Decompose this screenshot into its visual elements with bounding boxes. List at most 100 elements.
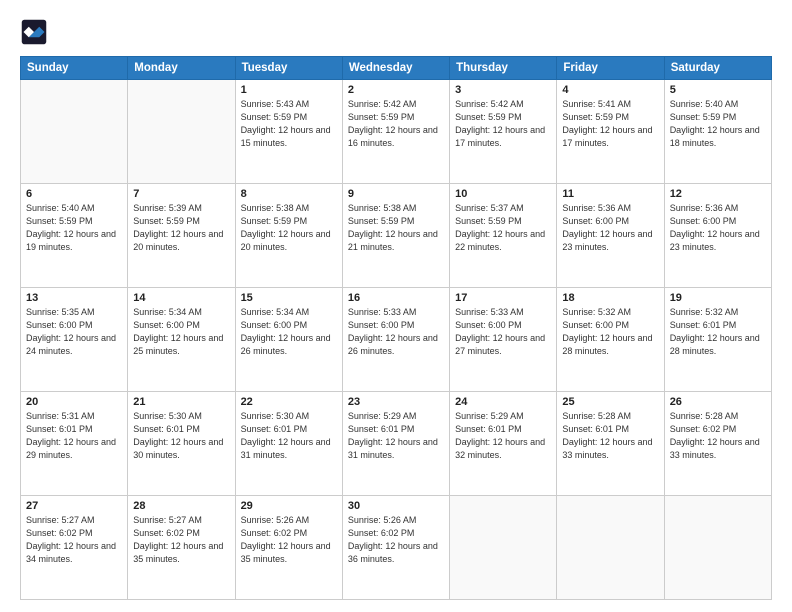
day-number: 20 [26,396,122,408]
header-day-thursday: Thursday [450,57,557,80]
day-info: Sunrise: 5:42 AM Sunset: 5:59 PM Dayligh… [348,98,444,150]
calendar-cell: 13 Sunrise: 5:35 AM Sunset: 6:00 PM Dayli… [21,288,128,392]
day-info: Sunrise: 5:35 AM Sunset: 6:00 PM Dayligh… [26,306,122,358]
day-info: Sunrise: 5:30 AM Sunset: 6:01 PM Dayligh… [133,410,229,462]
calendar-cell: 15Sunrise: 5:34 AM Sunset: 6:00 PM Dayli… [235,288,342,392]
day-number: 30 [348,500,444,512]
day-number: 12 [670,188,766,200]
calendar-cell: 20 Sunrise: 5:31 AM Sunset: 6:01 PM Dayli… [21,392,128,496]
day-number: 7 [133,188,229,200]
header-day-sunday: Sunday [21,57,128,80]
calendar-cell: 2 Sunrise: 5:42 AM Sunset: 5:59 PM Daylig… [342,80,449,184]
day-info: Sunrise: 5:38 AM Sunset: 5:59 PM Dayligh… [348,202,444,254]
calendar-cell: 21 Sunrise: 5:30 AM Sunset: 6:01 PM Dayli… [128,392,235,496]
day-info: Sunrise: 5:34 AM Sunset: 6:00 PM Dayligh… [241,306,337,358]
day-info: Sunrise: 5:41 AM Sunset: 5:59 PM Dayligh… [562,98,658,150]
day-info: Sunrise: 5:38 AM Sunset: 5:59 PM Dayligh… [241,202,337,254]
header [20,18,772,46]
day-info: Sunrise: 5:31 AM Sunset: 6:01 PM Dayligh… [26,410,122,462]
day-info: Sunrise: 5:28 AM Sunset: 6:01 PM Dayligh… [562,410,658,462]
day-number: 17 [455,292,551,304]
calendar-cell: 5 Sunrise: 5:40 AM Sunset: 5:59 PM Daylig… [664,80,771,184]
page: SundayMondayTuesdayWednesdayThursdayFrid… [0,0,792,612]
day-number: 4 [562,84,658,96]
day-info: Sunrise: 5:36 AM Sunset: 6:00 PM Dayligh… [562,202,658,254]
day-info: Sunrise: 5:43 AM Sunset: 5:59 PM Dayligh… [241,98,337,150]
day-number: 5 [670,84,766,96]
calendar-cell: 30Sunrise: 5:26 AM Sunset: 6:02 PM Dayli… [342,496,449,600]
calendar-week-2: 6 Sunrise: 5:40 AM Sunset: 5:59 PM Daylig… [21,184,772,288]
day-number: 2 [348,84,444,96]
calendar-cell [664,496,771,600]
day-info: Sunrise: 5:40 AM Sunset: 5:59 PM Dayligh… [26,202,122,254]
calendar-header-row: SundayMondayTuesdayWednesdayThursdayFrid… [21,57,772,80]
day-number: 19 [670,292,766,304]
header-day-friday: Friday [557,57,664,80]
calendar-cell: 6 Sunrise: 5:40 AM Sunset: 5:59 PM Daylig… [21,184,128,288]
day-info: Sunrise: 5:29 AM Sunset: 6:01 PM Dayligh… [348,410,444,462]
day-number: 26 [670,396,766,408]
day-number: 3 [455,84,551,96]
calendar-cell: 3 Sunrise: 5:42 AM Sunset: 5:59 PM Daylig… [450,80,557,184]
day-number: 25 [562,396,658,408]
calendar-cell: 14 Sunrise: 5:34 AM Sunset: 6:00 PM Dayli… [128,288,235,392]
day-number: 10 [455,188,551,200]
calendar-cell: 25 Sunrise: 5:28 AM Sunset: 6:01 PM Dayli… [557,392,664,496]
day-number: 16 [348,292,444,304]
day-info: Sunrise: 5:27 AM Sunset: 6:02 PM Dayligh… [26,514,122,566]
day-info: Sunrise: 5:27 AM Sunset: 6:02 PM Dayligh… [133,514,229,566]
day-number: 6 [26,188,122,200]
calendar-cell: 18 Sunrise: 5:32 AM Sunset: 6:00 PM Dayli… [557,288,664,392]
calendar-table: SundayMondayTuesdayWednesdayThursdayFrid… [20,56,772,600]
header-day-tuesday: Tuesday [235,57,342,80]
day-info: Sunrise: 5:32 AM Sunset: 6:01 PM Dayligh… [670,306,766,358]
logo-icon [20,18,48,46]
day-number: 9 [348,188,444,200]
calendar-cell [128,80,235,184]
day-number: 24 [455,396,551,408]
calendar-cell [450,496,557,600]
calendar-week-3: 13 Sunrise: 5:35 AM Sunset: 6:00 PM Dayli… [21,288,772,392]
day-number: 11 [562,188,658,200]
day-info: Sunrise: 5:29 AM Sunset: 6:01 PM Dayligh… [455,410,551,462]
calendar-cell [21,80,128,184]
logo [20,18,52,46]
day-number: 21 [133,396,229,408]
calendar-cell: 22 Sunrise: 5:30 AM Sunset: 6:01 PM Dayli… [235,392,342,496]
day-info: Sunrise: 5:30 AM Sunset: 6:01 PM Dayligh… [241,410,337,462]
calendar-cell: 10 Sunrise: 5:37 AM Sunset: 5:59 PM Dayli… [450,184,557,288]
calendar-cell: 29Sunrise: 5:26 AM Sunset: 6:02 PM Dayli… [235,496,342,600]
header-day-wednesday: Wednesday [342,57,449,80]
day-number: 1 [241,84,337,96]
calendar-cell: 17 Sunrise: 5:33 AM Sunset: 6:00 PM Dayli… [450,288,557,392]
calendar-cell [557,496,664,600]
day-number: 13 [26,292,122,304]
day-info: Sunrise: 5:42 AM Sunset: 5:59 PM Dayligh… [455,98,551,150]
day-number: 22 [241,396,337,408]
calendar-cell: 24 Sunrise: 5:29 AM Sunset: 6:01 PM Dayli… [450,392,557,496]
day-number: 27 [26,500,122,512]
day-number: 14 [133,292,229,304]
day-info: Sunrise: 5:32 AM Sunset: 6:00 PM Dayligh… [562,306,658,358]
calendar-cell: 26Sunrise: 5:28 AM Sunset: 6:02 PM Dayli… [664,392,771,496]
day-info: Sunrise: 5:34 AM Sunset: 6:00 PM Dayligh… [133,306,229,358]
calendar-cell: 12 Sunrise: 5:36 AM Sunset: 6:00 PM Dayli… [664,184,771,288]
day-info: Sunrise: 5:33 AM Sunset: 6:00 PM Dayligh… [455,306,551,358]
calendar-cell: 19 Sunrise: 5:32 AM Sunset: 6:01 PM Dayli… [664,288,771,392]
calendar-cell: 9 Sunrise: 5:38 AM Sunset: 5:59 PM Daylig… [342,184,449,288]
calendar-cell: 4 Sunrise: 5:41 AM Sunset: 5:59 PM Daylig… [557,80,664,184]
day-info: Sunrise: 5:36 AM Sunset: 6:00 PM Dayligh… [670,202,766,254]
day-info: Sunrise: 5:37 AM Sunset: 5:59 PM Dayligh… [455,202,551,254]
day-number: 8 [241,188,337,200]
calendar-cell: 27 Sunrise: 5:27 AM Sunset: 6:02 PM Dayli… [21,496,128,600]
calendar-cell: 16Sunrise: 5:33 AM Sunset: 6:00 PM Dayli… [342,288,449,392]
day-number: 18 [562,292,658,304]
calendar-week-4: 20 Sunrise: 5:31 AM Sunset: 6:01 PM Dayli… [21,392,772,496]
header-day-saturday: Saturday [664,57,771,80]
day-info: Sunrise: 5:39 AM Sunset: 5:59 PM Dayligh… [133,202,229,254]
calendar-week-5: 27 Sunrise: 5:27 AM Sunset: 6:02 PM Dayli… [21,496,772,600]
day-info: Sunrise: 5:40 AM Sunset: 5:59 PM Dayligh… [670,98,766,150]
day-number: 29 [241,500,337,512]
day-number: 23 [348,396,444,408]
header-day-monday: Monday [128,57,235,80]
